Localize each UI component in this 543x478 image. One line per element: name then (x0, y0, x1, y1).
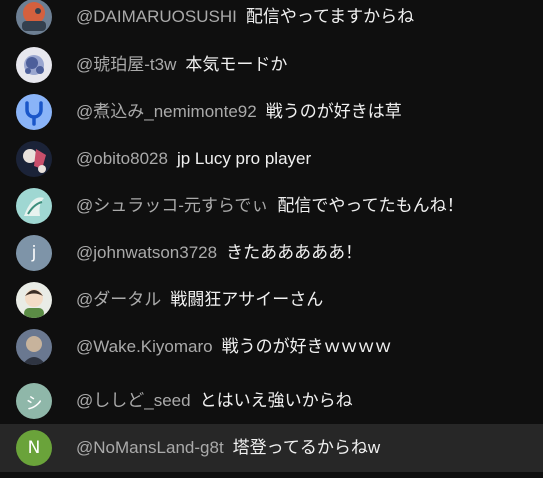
chat-message-content: @琥珀屋-t3w 本気モードか (76, 55, 287, 75)
author-name[interactable]: @煮込み_nemimonte92 (76, 102, 257, 121)
chat-message-content: @DAIMARUOSUSHI 配信やってますからね (76, 7, 414, 27)
author-name[interactable]: @NoMansLand-g8t (76, 438, 224, 457)
author-name[interactable]: @johnwatson3728 (76, 243, 217, 262)
avatar-image (16, 329, 52, 365)
avatar-letter: シ (25, 393, 43, 414)
avatar[interactable] (16, 188, 52, 224)
avatar[interactable] (16, 282, 52, 318)
message-text: きたあああああ！ (226, 243, 363, 262)
chat-message-content: @煮込み_nemimonte92 戦うのが好きは草 (76, 102, 402, 122)
message-text: 本気モードか (185, 55, 288, 74)
avatar-image (16, 47, 52, 83)
avatar[interactable]: j (16, 235, 52, 271)
chat-message-content: @Wake.Kiyomaro 戦うのが好きｗｗｗｗ (76, 337, 392, 357)
author-name[interactable]: @ダータル (76, 290, 161, 309)
chat-message[interactable]: @Wake.Kiyomaro 戦うのが好きｗｗｗｗ (0, 324, 543, 370)
chat-message[interactable]: @煮込み_nemimonte92 戦うのが好きは草 (0, 89, 543, 135)
chat-message[interactable]: j @johnwatson3728 きたあああああ！ (0, 230, 543, 276)
chat-message[interactable]: @琥珀屋-t3w 本気モードか (0, 42, 543, 88)
author-name[interactable]: @Wake.Kiyomaro (76, 337, 213, 356)
live-chat-list: @DAIMARUOSUSHI 配信やってますからね @琥珀屋-t3w 本気モードか (0, 0, 543, 478)
chat-message-content: @obito8028 jp Lucy pro player (76, 149, 311, 169)
avatar[interactable] (16, 47, 52, 83)
avatar-image (16, 0, 52, 35)
message-text: 配信やってますからね (245, 7, 415, 26)
author-name[interactable]: @obito8028 (76, 149, 168, 168)
chat-message[interactable]: N @NoMansLand-g8t 塔登ってるからねw (0, 424, 543, 472)
avatar-letter: j (31, 243, 37, 263)
message-text: とはいえ強いからね (199, 391, 353, 410)
message-text: 戦うのが好きは草 (265, 102, 402, 121)
avatar[interactable]: シ (16, 383, 52, 419)
tuning-fork-icon (16, 94, 52, 130)
chat-message[interactable]: @ダータル 戦闘狂アサイーさん (0, 277, 543, 323)
author-name[interactable]: @DAIMARUOSUSHI (76, 7, 237, 26)
chat-message-content: @ししど_seed とはいえ強いからね (76, 391, 353, 411)
message-text: jp Lucy pro player (176, 149, 312, 168)
chat-message[interactable]: @obito8028 jp Lucy pro player (0, 136, 543, 182)
avatar-image (16, 141, 52, 177)
message-text: 塔登ってるからねw (232, 438, 381, 457)
author-name[interactable]: @ししど_seed (76, 391, 191, 410)
avatar-image (16, 188, 52, 224)
author-name[interactable]: @シュラッコ-元すらでぃ (76, 196, 268, 215)
message-text: 戦うのが好きｗｗｗｗ (221, 337, 392, 356)
avatar[interactable] (16, 329, 52, 365)
chat-message-content: @ダータル 戦闘狂アサイーさん (76, 290, 323, 310)
chat-message-content: @NoMansLand-g8t 塔登ってるからねw (76, 438, 380, 458)
avatar[interactable] (16, 94, 52, 130)
chat-message-content: @johnwatson3728 きたあああああ！ (76, 243, 362, 263)
avatar-letter: N (27, 438, 41, 458)
chat-message-content: @シュラッコ-元すらでぃ 配信でやってたもんね！ (76, 196, 464, 216)
chat-message[interactable]: @DAIMARUOSUSHI 配信やってますからね (0, 0, 543, 40)
message-text: 配信でやってたもんね！ (277, 196, 464, 215)
avatar-image (16, 282, 52, 318)
avatar[interactable]: N (16, 430, 52, 466)
message-text: 戦闘狂アサイーさん (170, 290, 324, 309)
chat-message[interactable]: @シュラッコ-元すらでぃ 配信でやってたもんね！ (0, 183, 543, 229)
chat-message[interactable]: シ @ししど_seed とはいえ強いからね (0, 378, 543, 424)
avatar[interactable] (16, 141, 52, 177)
author-name[interactable]: @琥珀屋-t3w (76, 55, 176, 74)
avatar[interactable] (16, 0, 52, 35)
